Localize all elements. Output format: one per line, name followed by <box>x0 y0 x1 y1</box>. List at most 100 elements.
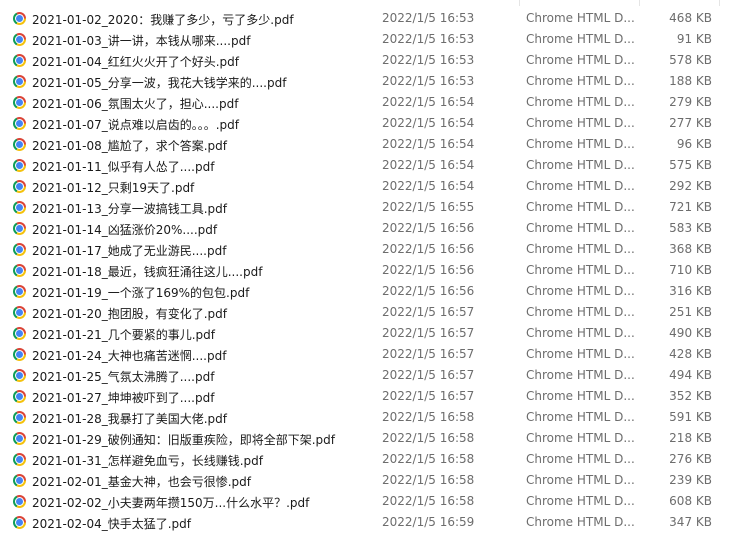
file-row[interactable]: 2021-01-05_分享一波，我花大钱学来的....pdf 2022/1/5 1… <box>0 71 745 92</box>
file-name[interactable]: 2021-02-02_小夫妻两年攒150万...什么水平？.pdf <box>32 494 309 511</box>
file-row[interactable]: 2021-01-19_一个涨了169%的包包.pdf 2022/1/5 16:56… <box>0 281 745 302</box>
date-modified: 2022/1/5 16:54 <box>382 116 475 130</box>
file-row[interactable]: 2021-01-20_抱团股，有变化了.pdf 2022/1/5 16:57 Chr… <box>0 302 745 323</box>
file-row[interactable]: 2021-01-11_似乎有人怂了....pdf 2022/1/5 16:54 Ch… <box>0 155 745 176</box>
chrome-icon <box>13 222 26 235</box>
file-row[interactable]: 2021-02-01_基金大神，也会亏很惨.pdf 2022/1/5 16:58 C… <box>0 470 745 491</box>
chrome-icon <box>13 96 26 109</box>
date-modified: 2022/1/5 16:56 <box>382 284 475 298</box>
file-row[interactable]: 2021-01-07_说点难以启齿的。。。.pdf 2022/1/5 16:54 C… <box>0 113 745 134</box>
file-name[interactable]: 2021-01-19_一个涨了169%的包包.pdf <box>32 284 249 301</box>
file-type: Chrome HTML D... <box>526 410 635 424</box>
file-size: 575 KB <box>669 158 712 172</box>
chrome-icon <box>13 327 26 340</box>
date-modified: 2022/1/5 16:59 <box>382 515 475 529</box>
file-type: Chrome HTML D... <box>526 32 635 46</box>
chrome-icon <box>13 495 26 508</box>
file-name[interactable]: 2021-01-04_红红火火开了个好头.pdf <box>32 53 239 70</box>
file-row[interactable]: 2021-01-17_她成了无业游民....pdf 2022/1/5 16:56 C… <box>0 239 745 260</box>
file-size: 239 KB <box>669 473 712 487</box>
file-type: Chrome HTML D... <box>526 263 635 277</box>
file-row[interactable]: 2021-01-12_只剩19天了.pdf 2022/1/5 16:54 Chrom… <box>0 176 745 197</box>
file-size: 608 KB <box>669 494 712 508</box>
file-row[interactable]: 2021-01-29_破例通知：旧版重疾险，即将全部下架.pdf 2022/1/5… <box>0 428 745 449</box>
file-name[interactable]: 2021-01-06_氛围太火了，担心....pdf <box>32 95 238 112</box>
file-size: 352 KB <box>669 389 712 403</box>
file-name[interactable]: 2021-02-01_基金大神，也会亏很惨.pdf <box>32 473 251 490</box>
file-size: 494 KB <box>669 368 712 382</box>
file-name[interactable]: 2021-01-11_似乎有人怂了....pdf <box>32 158 214 175</box>
file-row[interactable]: 2021-01-21_几个要紧的事儿.pdf 2022/1/5 16:57 Chro… <box>0 323 745 344</box>
file-row[interactable]: 2021-01-14_凶猛涨价20%....pdf 2022/1/5 16:56 C… <box>0 218 745 239</box>
file-row[interactable]: 2021-01-06_氛围太火了，担心....pdf 2022/1/5 16:54… <box>0 92 745 113</box>
file-type: Chrome HTML D... <box>526 53 635 67</box>
file-name[interactable]: 2021-01-24_大神也痛苦迷惘....pdf <box>32 347 226 364</box>
file-name[interactable]: 2021-01-29_破例通知：旧版重疾险，即将全部下架.pdf <box>32 431 335 448</box>
chrome-icon <box>13 432 26 445</box>
file-size: 490 KB <box>669 326 712 340</box>
file-name[interactable]: 2021-01-17_她成了无业游民....pdf <box>32 242 226 259</box>
date-modified: 2022/1/5 16:55 <box>382 200 475 214</box>
file-type: Chrome HTML D... <box>526 284 635 298</box>
file-row[interactable]: 2021-01-18_最近，钱疯狂涌往这儿....pdf 2022/1/5 16:… <box>0 260 745 281</box>
chrome-icon <box>13 264 26 277</box>
file-name[interactable]: 2021-01-31_怎样避免血亏，长线赚钱.pdf <box>32 452 263 469</box>
file-row[interactable]: 2021-02-02_小夫妻两年攒150万...什么水平？.pdf 2022/1/… <box>0 491 745 512</box>
file-size: 468 KB <box>669 11 712 25</box>
date-modified: 2022/1/5 16:57 <box>382 347 475 361</box>
column-divider[interactable] <box>519 0 520 6</box>
file-size: 277 KB <box>669 116 712 130</box>
file-name[interactable]: 2021-01-13_分享一波搞钱工具.pdf <box>32 200 227 217</box>
file-row[interactable]: 2021-01-13_分享一波搞钱工具.pdf 2022/1/5 16:55 Chr… <box>0 197 745 218</box>
file-name[interactable]: 2021-01-12_只剩19天了.pdf <box>32 179 194 196</box>
file-row[interactable]: 2021-01-04_红红火火开了个好头.pdf 2022/1/5 16:53 Ch… <box>0 50 745 71</box>
file-name[interactable]: 2021-01-02_2020：我赚了多少，亏了多少.pdf <box>32 11 294 28</box>
chrome-icon <box>13 348 26 361</box>
file-row[interactable]: 2021-01-24_大神也痛苦迷惘....pdf 2022/1/5 16:57 C… <box>0 344 745 365</box>
file-name[interactable]: 2021-02-04_快手太猛了.pdf <box>32 515 191 532</box>
file-row[interactable]: 2021-01-02_2020：我赚了多少，亏了多少.pdf 2022/1/5 1… <box>0 8 745 29</box>
file-size: 251 KB <box>669 305 712 319</box>
file-size: 428 KB <box>669 347 712 361</box>
file-row[interactable]: 2021-01-28_我暴打了美国大佬.pdf 2022/1/5 16:58 Chr… <box>0 407 745 428</box>
file-name[interactable]: 2021-01-03_讲一讲，本钱从哪来....pdf <box>32 32 250 49</box>
file-name[interactable]: 2021-01-14_凶猛涨价20%....pdf <box>32 221 217 238</box>
file-size: 578 KB <box>669 53 712 67</box>
chrome-icon <box>13 159 26 172</box>
date-modified: 2022/1/5 16:57 <box>382 368 475 382</box>
file-type: Chrome HTML D... <box>526 116 635 130</box>
date-modified: 2022/1/5 16:58 <box>382 410 475 424</box>
file-name[interactable]: 2021-01-21_几个要紧的事儿.pdf <box>32 326 215 343</box>
file-size: 292 KB <box>669 179 712 193</box>
file-size: 368 KB <box>669 242 712 256</box>
file-size: 591 KB <box>669 410 712 424</box>
file-name[interactable]: 2021-01-20_抱团股，有变化了.pdf <box>32 305 227 322</box>
file-type: Chrome HTML D... <box>526 158 635 172</box>
file-name[interactable]: 2021-01-28_我暴打了美国大佬.pdf <box>32 410 227 427</box>
date-modified: 2022/1/5 16:56 <box>382 263 475 277</box>
file-row[interactable]: 2021-02-04_快手太猛了.pdf 2022/1/5 16:59 Chrome… <box>0 512 745 533</box>
file-name[interactable]: 2021-01-25_气氛太沸腾了....pdf <box>32 368 214 385</box>
file-row[interactable]: 2021-01-27_坤坤被吓到了....pdf 2022/1/5 16:57 Ch… <box>0 386 745 407</box>
file-type: Chrome HTML D... <box>526 305 635 319</box>
file-type: Chrome HTML D... <box>526 74 635 88</box>
file-size: 316 KB <box>669 284 712 298</box>
file-name[interactable]: 2021-01-27_坤坤被吓到了....pdf <box>32 389 214 406</box>
column-divider[interactable] <box>639 0 640 6</box>
file-type: Chrome HTML D... <box>526 221 635 235</box>
file-name[interactable]: 2021-01-05_分享一波，我花大钱学来的....pdf <box>32 74 286 91</box>
file-row[interactable]: 2021-01-08_尴尬了，求个答案.pdf 2022/1/5 16:54 Chr… <box>0 134 745 155</box>
file-size: 279 KB <box>669 95 712 109</box>
file-row[interactable]: 2021-01-03_讲一讲，本钱从哪来....pdf 2022/1/5 16:5… <box>0 29 745 50</box>
file-name[interactable]: 2021-01-08_尴尬了，求个答案.pdf <box>32 137 227 154</box>
file-size: 188 KB <box>669 74 712 88</box>
column-divider[interactable] <box>719 0 720 6</box>
chrome-icon <box>13 285 26 298</box>
chrome-icon <box>13 12 26 25</box>
file-name[interactable]: 2021-01-07_说点难以启齿的。。。.pdf <box>32 116 239 133</box>
chrome-icon <box>13 54 26 67</box>
file-row[interactable]: 2021-01-25_气氛太沸腾了....pdf 2022/1/5 16:57 Ch… <box>0 365 745 386</box>
file-name[interactable]: 2021-01-18_最近，钱疯狂涌往这儿....pdf <box>32 263 262 280</box>
file-row[interactable]: 2021-01-31_怎样避免血亏，长线赚钱.pdf 2022/1/5 16:58… <box>0 449 745 470</box>
file-type: Chrome HTML D... <box>526 515 635 529</box>
